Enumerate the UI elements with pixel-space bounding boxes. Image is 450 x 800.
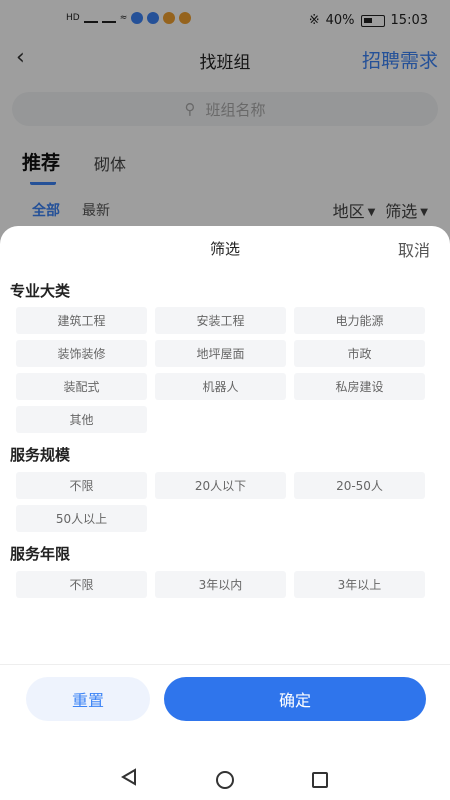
option-item[interactable]: 机器人 <box>155 373 286 400</box>
option-item[interactable]: 不限 <box>16 571 147 598</box>
option-item[interactable]: 其他 <box>16 406 147 433</box>
section-title-years: 服务年限 <box>10 545 71 563</box>
option-item[interactable]: 市政 <box>294 340 425 367</box>
category-options: 建筑工程 安装工程 电力能源 装饰装修 地坪屋面 市政 装配式 机器人 私房建设… <box>16 307 434 433</box>
option-item[interactable]: 不限 <box>16 472 147 499</box>
option-item[interactable]: 3年以内 <box>155 571 286 598</box>
system-nav-bar <box>0 760 450 800</box>
system-back-icon[interactable] <box>120 768 138 786</box>
option-item[interactable]: 地坪屋面 <box>155 340 286 367</box>
option-item[interactable]: 3年以上 <box>294 571 425 598</box>
years-options: 不限 3年以内 3年以上 <box>16 571 434 598</box>
reset-button[interactable]: 重置 <box>26 677 150 721</box>
filter-sheet: 筛选 取消 专业大类 建筑工程 安装工程 电力能源 装饰装修 地坪屋面 市政 装… <box>0 226 450 800</box>
system-recents-icon[interactable] <box>312 772 328 788</box>
section-title-scale: 服务规模 <box>10 446 71 464</box>
option-item[interactable]: 私房建设 <box>294 373 425 400</box>
cancel-button[interactable]: 取消 <box>398 237 430 261</box>
section-title-category: 专业大类 <box>10 282 71 300</box>
option-item[interactable]: 装饰装修 <box>16 340 147 367</box>
option-item[interactable]: 安装工程 <box>155 307 286 334</box>
sheet-header: 筛选 取消 <box>0 226 450 270</box>
sheet-title: 筛选 <box>209 240 240 258</box>
option-item[interactable]: 50人以上 <box>16 505 147 532</box>
confirm-button[interactable]: 确定 <box>164 677 426 721</box>
system-home-icon[interactable] <box>216 771 234 789</box>
scale-options: 不限 20人以下 20-50人 50人以上 <box>16 472 434 532</box>
option-item[interactable]: 建筑工程 <box>16 307 147 334</box>
option-item[interactable]: 装配式 <box>16 373 147 400</box>
option-item[interactable]: 20人以下 <box>155 472 286 499</box>
option-item[interactable]: 电力能源 <box>294 307 425 334</box>
option-item[interactable]: 20-50人 <box>294 472 425 499</box>
